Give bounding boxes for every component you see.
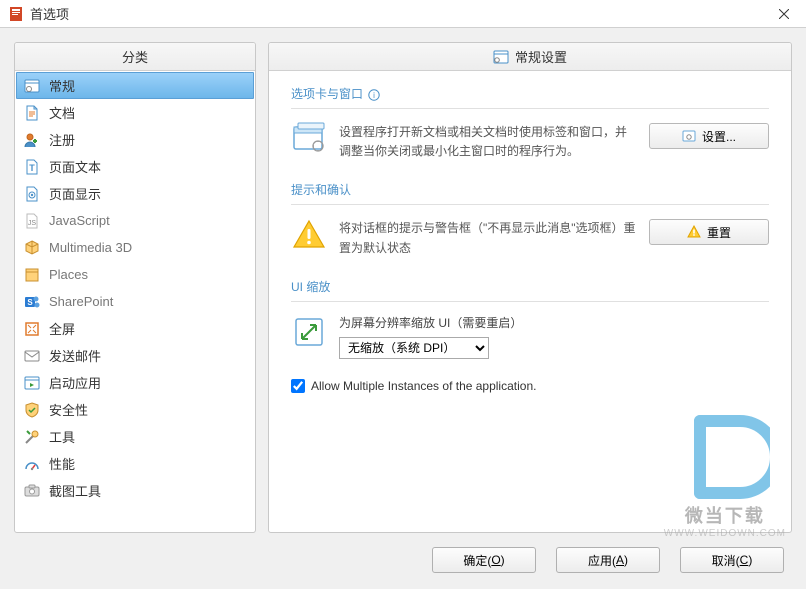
document-icon xyxy=(23,104,41,122)
pagedisplay-icon xyxy=(23,185,41,203)
svg-text:JS: JS xyxy=(28,220,37,227)
section-ui-scale-title: UI 缩放 xyxy=(291,278,769,295)
sidebar-item-label: Places xyxy=(49,267,88,282)
section-tabs-title: 选项卡与窗口 xyxy=(291,87,363,101)
allow-multi-checkbox[interactable] xyxy=(291,379,305,393)
mail-icon xyxy=(23,347,41,365)
launch-icon xyxy=(23,374,41,392)
allow-multi-label[interactable]: Allow Multiple Instances of the applicat… xyxy=(311,379,536,393)
sidebar-item-tools[interactable]: 工具 xyxy=(16,423,254,450)
sidebar-item-label: Multimedia 3D xyxy=(49,240,132,255)
sidebar-item-fullscreen[interactable]: 全屏 xyxy=(16,315,254,342)
sidebar-item-label: 工具 xyxy=(49,427,75,446)
main-body: 选项卡与窗口 i 设置程序打开新文档或相关文档时使用标签和窗口，并调整当你关闭或… xyxy=(269,71,791,532)
sidebar-item-mm3d[interactable]: Multimedia 3D xyxy=(16,234,254,261)
content: 分类 常规文档注册 T 页面文本页面显示 JS JavaScript Multimedia… xyxy=(0,28,806,589)
main-header-label: 常规设置 xyxy=(515,47,567,66)
sidebar-item-js[interactable]: JS JavaScript xyxy=(16,207,254,234)
snapshot-icon xyxy=(23,482,41,500)
gear-icon xyxy=(682,129,696,143)
pagetext-icon: T xyxy=(23,158,41,176)
ui-scale-select[interactable]: 无缩放（系统 DPI） xyxy=(339,337,489,359)
sharepoint-icon: S xyxy=(23,293,41,311)
prompts-reset-button[interactable]: 重置 xyxy=(649,219,769,245)
places-icon xyxy=(23,266,41,284)
warning-small-icon xyxy=(687,225,701,239)
sidebar-item-label: 页面显示 xyxy=(49,184,101,203)
section-prompts-title: 提示和确认 xyxy=(291,181,769,198)
sidebar-item-label: 全屏 xyxy=(49,319,75,338)
sidebar-item-pagedisplay[interactable]: 页面显示 xyxy=(16,180,254,207)
info-icon[interactable]: i xyxy=(368,89,380,101)
sidebar-item-label: 性能 xyxy=(49,454,75,473)
sidebar-item-register[interactable]: 注册 xyxy=(16,126,254,153)
sidebar-item-places[interactable]: Places xyxy=(16,261,254,288)
tabs-settings-button[interactable]: 设置... xyxy=(649,123,769,149)
sidebar-list[interactable]: 常规文档注册 T 页面文本页面显示 JS JavaScript Multimedia 3D… xyxy=(15,71,255,532)
sidebar-item-pagetext[interactable]: T 页面文本 xyxy=(16,153,254,180)
scale-icon xyxy=(291,314,327,350)
sidebar-item-security[interactable]: 安全性 xyxy=(16,396,254,423)
mm3d-icon xyxy=(23,239,41,257)
apply-button[interactable]: 应用(A) xyxy=(556,547,660,573)
ui-scale-label: 为屏幕分辨率缩放 UI（需要重启） xyxy=(339,314,522,331)
ok-button[interactable]: 确定(O) xyxy=(432,547,536,573)
sidebar-item-label: 发送邮件 xyxy=(49,346,101,365)
svg-text:i: i xyxy=(373,91,375,100)
sidebar-item-label: 常规 xyxy=(49,76,75,95)
sidebar-item-label: SharePoint xyxy=(49,294,113,309)
register-icon xyxy=(23,131,41,149)
sidebar-header-label: 分类 xyxy=(122,47,148,66)
sidebar-item-general[interactable]: 常规 xyxy=(16,72,254,99)
sidebar-item-performance[interactable]: 性能 xyxy=(16,450,254,477)
sidebar-item-label: 注册 xyxy=(49,130,75,149)
sidebar-item-label: 安全性 xyxy=(49,400,88,419)
fullscreen-icon xyxy=(23,320,41,338)
sidebar-item-mail[interactable]: 发送邮件 xyxy=(16,342,254,369)
sidebar-item-label: JavaScript xyxy=(49,213,110,228)
section-tabs-windows: 选项卡与窗口 i 设置程序打开新文档或相关文档时使用标签和窗口，并调整当你关闭或… xyxy=(291,85,769,161)
general-icon xyxy=(23,77,41,95)
sidebar-item-label: 启动应用 xyxy=(49,373,101,392)
prompts-reset-button-label: 重置 xyxy=(707,224,731,241)
js-icon: JS xyxy=(23,212,41,230)
svg-text:S: S xyxy=(27,298,33,307)
cancel-button[interactable]: 取消(C) xyxy=(680,547,784,573)
svg-text:T: T xyxy=(29,163,35,173)
main-panel: 常规设置 选项卡与窗口 i 设置程序打开新文档或相关文档时使用标签和窗口，并调整… xyxy=(268,42,792,533)
allow-multi-row: Allow Multiple Instances of the applicat… xyxy=(291,379,769,393)
sidebar-item-snapshot[interactable]: 截图工具 xyxy=(16,477,254,504)
sidebar-item-label: 页面文本 xyxy=(49,157,101,176)
tabs-windows-icon xyxy=(291,121,327,157)
footer-buttons: 确定(O) 应用(A) 取消(C) xyxy=(14,543,792,579)
settings-icon xyxy=(493,49,509,65)
security-icon xyxy=(23,401,41,419)
sidebar-item-document[interactable]: 文档 xyxy=(16,99,254,126)
sidebar-panel: 分类 常规文档注册 T 页面文本页面显示 JS JavaScript Multimedia… xyxy=(14,42,256,533)
sidebar-item-label: 截图工具 xyxy=(49,481,101,500)
app-icon xyxy=(8,6,24,22)
window-title: 首选项 xyxy=(30,4,798,23)
warning-icon xyxy=(291,217,327,253)
section-prompts-desc: 将对话框的提示与警告框（"不再显示此消息"选项框）重置为默认状态 xyxy=(339,217,637,257)
sidebar-item-sharepoint[interactable]: S SharePoint xyxy=(16,288,254,315)
section-ui-scale: UI 缩放 为屏幕分辨率缩放 UI（需要重启） 无缩放（系统 DPI） xyxy=(291,278,769,359)
tabs-settings-button-label: 设置... xyxy=(702,128,736,145)
performance-icon xyxy=(23,455,41,473)
sidebar-item-label: 文档 xyxy=(49,103,75,122)
tools-icon xyxy=(23,428,41,446)
sidebar-header: 分类 xyxy=(15,43,255,71)
titlebar: 首选项 xyxy=(0,0,806,28)
sidebar-item-launch[interactable]: 启动应用 xyxy=(16,369,254,396)
window-close-button[interactable] xyxy=(762,0,806,28)
section-tabs-desc: 设置程序打开新文档或相关文档时使用标签和窗口，并调整当你关闭或最小化主窗口时的程… xyxy=(339,121,637,161)
section-prompts: 提示和确认 将对话框的提示与警告框（"不再显示此消息"选项框）重置为默认状态 重… xyxy=(291,181,769,257)
main-header: 常规设置 xyxy=(269,43,791,71)
